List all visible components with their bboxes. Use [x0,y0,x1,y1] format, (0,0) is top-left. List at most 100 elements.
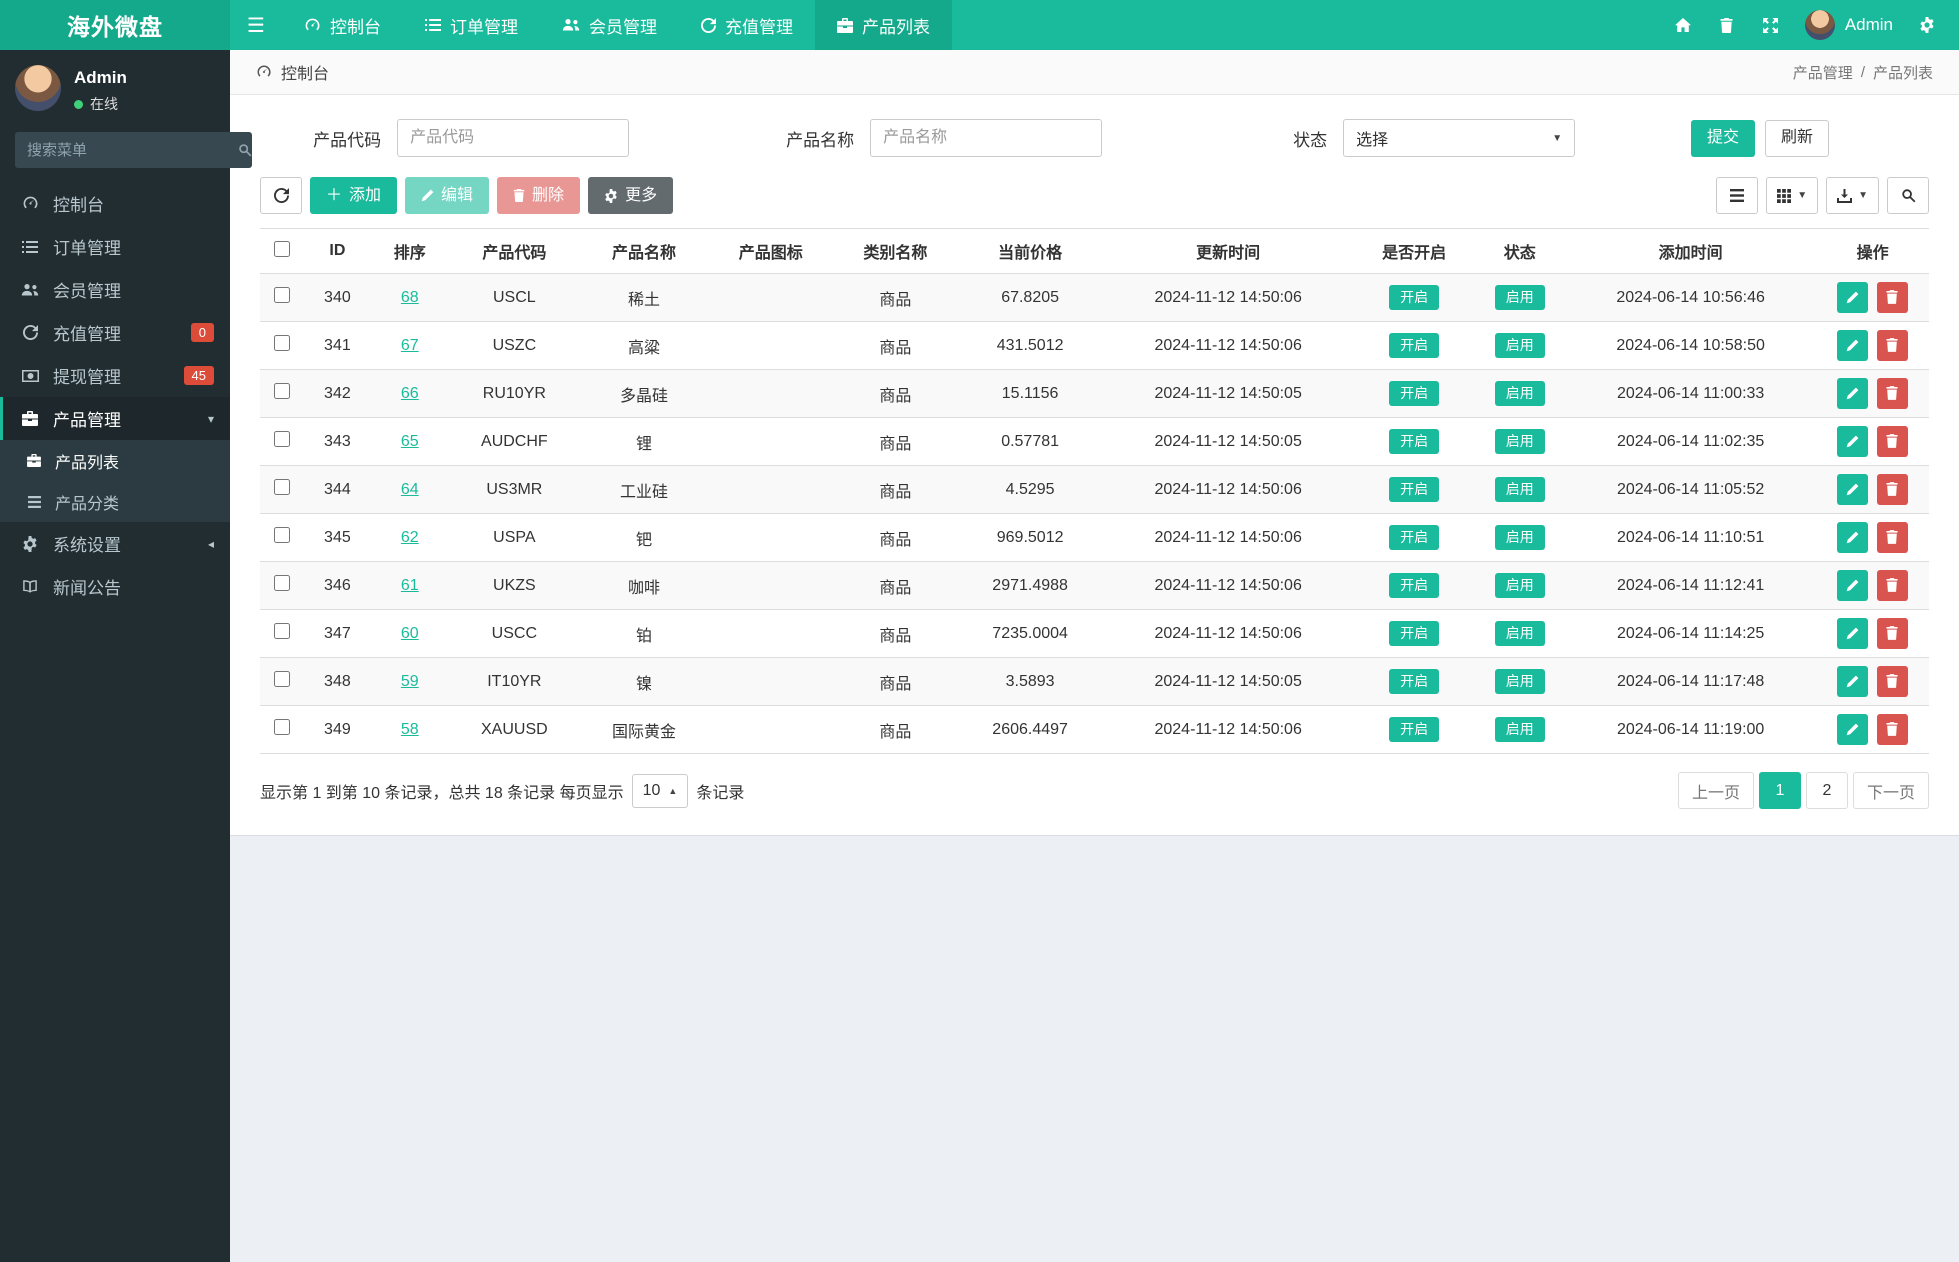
edit-row-button[interactable] [1837,426,1869,458]
row-checkbox[interactable] [274,383,291,399]
nav-item-console[interactable]: 控制台 [282,0,403,50]
clear-cache-button[interactable] [1705,0,1749,50]
open-toggle-badge[interactable]: 开启 [1389,476,1440,503]
edit-row-button[interactable] [1837,282,1869,314]
sidebar-item-system-settings[interactable]: 系统设置 ◂ [0,522,230,565]
sidebar-item-withdraw[interactable]: 提现管理 45 [0,354,230,397]
sort-link[interactable]: 62 [401,529,419,546]
open-toggle-badge[interactable]: 开启 [1389,428,1440,455]
col-price[interactable]: 当前价格 [957,228,1103,274]
sidebar-item-members[interactable]: 会员管理 [0,268,230,311]
row-checkbox[interactable] [274,575,291,591]
open-toggle-badge[interactable]: 开启 [1389,668,1440,695]
edit-row-button[interactable] [1837,618,1869,650]
refresh-button[interactable]: 刷新 [1765,119,1830,157]
toggle-pagination-button[interactable] [1716,177,1759,214]
status-toggle-badge[interactable]: 启用 [1494,620,1545,647]
user-menu[interactable]: Admin [1793,0,1905,50]
status-toggle-badge[interactable]: 启用 [1494,380,1545,407]
more-button[interactable]: 更多 [588,177,674,214]
columns-button[interactable]: ▼ [1766,177,1819,214]
pagination-prev[interactable]: 上一页 [1677,772,1754,809]
col-status[interactable]: 状态 [1474,228,1565,274]
delete-row-button[interactable] [1876,473,1908,505]
status-toggle-badge[interactable]: 启用 [1494,668,1545,695]
status-toggle-badge[interactable]: 启用 [1494,524,1545,551]
row-checkbox[interactable] [274,623,291,639]
col-category[interactable]: 类别名称 [833,228,958,274]
nav-item-orders[interactable]: 订单管理 [403,0,540,50]
export-button[interactable]: ▼ [1826,177,1879,214]
fullscreen-button[interactable] [1749,0,1793,50]
col-added[interactable]: 添加时间 [1564,228,1817,274]
row-checkbox[interactable] [274,527,291,543]
pagination-next[interactable]: 下一页 [1852,772,1929,809]
brand-logo[interactable]: 海外微盘 [0,0,230,50]
sidebar-subitem-product-list[interactable]: 产品列表 [0,440,230,481]
row-checkbox[interactable] [274,335,291,351]
reload-table-button[interactable] [260,177,302,214]
nav-item-members[interactable]: 会员管理 [540,0,679,50]
sidebar-search-button[interactable] [238,132,252,168]
status-toggle-badge[interactable]: 启用 [1494,428,1545,455]
row-checkbox[interactable] [274,431,291,447]
col-product-icon[interactable]: 产品图标 [708,228,834,274]
open-toggle-badge[interactable]: 开启 [1389,284,1440,311]
open-toggle-badge[interactable]: 开启 [1389,620,1440,647]
open-toggle-badge[interactable]: 开启 [1389,524,1440,551]
edit-row-button[interactable] [1837,330,1869,362]
add-button[interactable]: ＋ 添加 [310,177,398,214]
col-sort[interactable]: 排序 [370,228,449,274]
page-size-select[interactable]: 10 ▲ [631,773,689,808]
sort-link[interactable]: 59 [401,673,419,690]
delete-button[interactable]: 删除 [497,177,581,214]
delete-row-button[interactable] [1876,617,1908,649]
col-id[interactable]: ID [304,228,371,274]
open-toggle-badge[interactable]: 开启 [1389,716,1440,743]
edit-row-button[interactable] [1837,714,1869,746]
sort-link[interactable]: 65 [401,433,419,450]
delete-row-button[interactable] [1876,281,1908,313]
delete-row-button[interactable] [1876,377,1908,409]
table-search-button[interactable] [1887,177,1929,214]
home-button[interactable] [1661,0,1705,50]
sort-link[interactable]: 61 [401,577,419,594]
sidebar-item-console[interactable]: 控制台 [0,182,230,225]
edit-row-button[interactable] [1837,570,1869,602]
sidebar-toggle-button[interactable]: ☰ [230,0,282,50]
product-name-input[interactable] [870,119,1103,157]
edit-row-button[interactable] [1837,522,1869,554]
sidebar-item-recharge[interactable]: 充值管理 0 [0,311,230,354]
col-product-name[interactable]: 产品名称 [579,228,709,274]
row-checkbox[interactable] [274,287,291,303]
sort-link[interactable]: 58 [401,721,419,738]
edit-row-button[interactable] [1837,474,1869,506]
open-toggle-badge[interactable]: 开启 [1389,572,1440,599]
pagination-page-2[interactable]: 2 [1805,772,1848,809]
pagination-page-1[interactable]: 1 [1758,772,1801,809]
col-product-code[interactable]: 产品代码 [449,228,580,274]
sort-link[interactable]: 67 [401,337,419,354]
edit-row-button[interactable] [1837,378,1869,410]
sort-link[interactable]: 60 [401,625,419,642]
select-all-checkbox[interactable] [274,240,291,257]
status-toggle-badge[interactable]: 启用 [1494,284,1545,311]
nav-item-product-list[interactable]: 产品列表 [815,0,952,50]
open-toggle-badge[interactable]: 开启 [1389,380,1440,407]
status-toggle-badge[interactable]: 启用 [1494,476,1545,503]
nav-item-recharge[interactable]: 充值管理 [679,0,815,50]
delete-row-button[interactable] [1876,329,1908,361]
row-checkbox[interactable] [274,719,291,735]
open-toggle-badge[interactable]: 开启 [1389,332,1440,359]
sidebar-item-news[interactable]: 新闻公告 [0,565,230,608]
edit-row-button[interactable] [1837,666,1869,698]
sort-link[interactable]: 64 [401,481,419,498]
col-open[interactable]: 是否开启 [1353,228,1475,274]
status-toggle-badge[interactable]: 启用 [1494,716,1545,743]
col-updated[interactable]: 更新时间 [1102,228,1354,274]
row-checkbox[interactable] [274,671,291,687]
status-toggle-badge[interactable]: 启用 [1494,332,1545,359]
sidebar-item-product-management[interactable]: 产品管理 ▾ [0,397,230,440]
status-select[interactable]: 选择 ▼ [1343,119,1576,157]
sort-link[interactable]: 66 [401,385,419,402]
